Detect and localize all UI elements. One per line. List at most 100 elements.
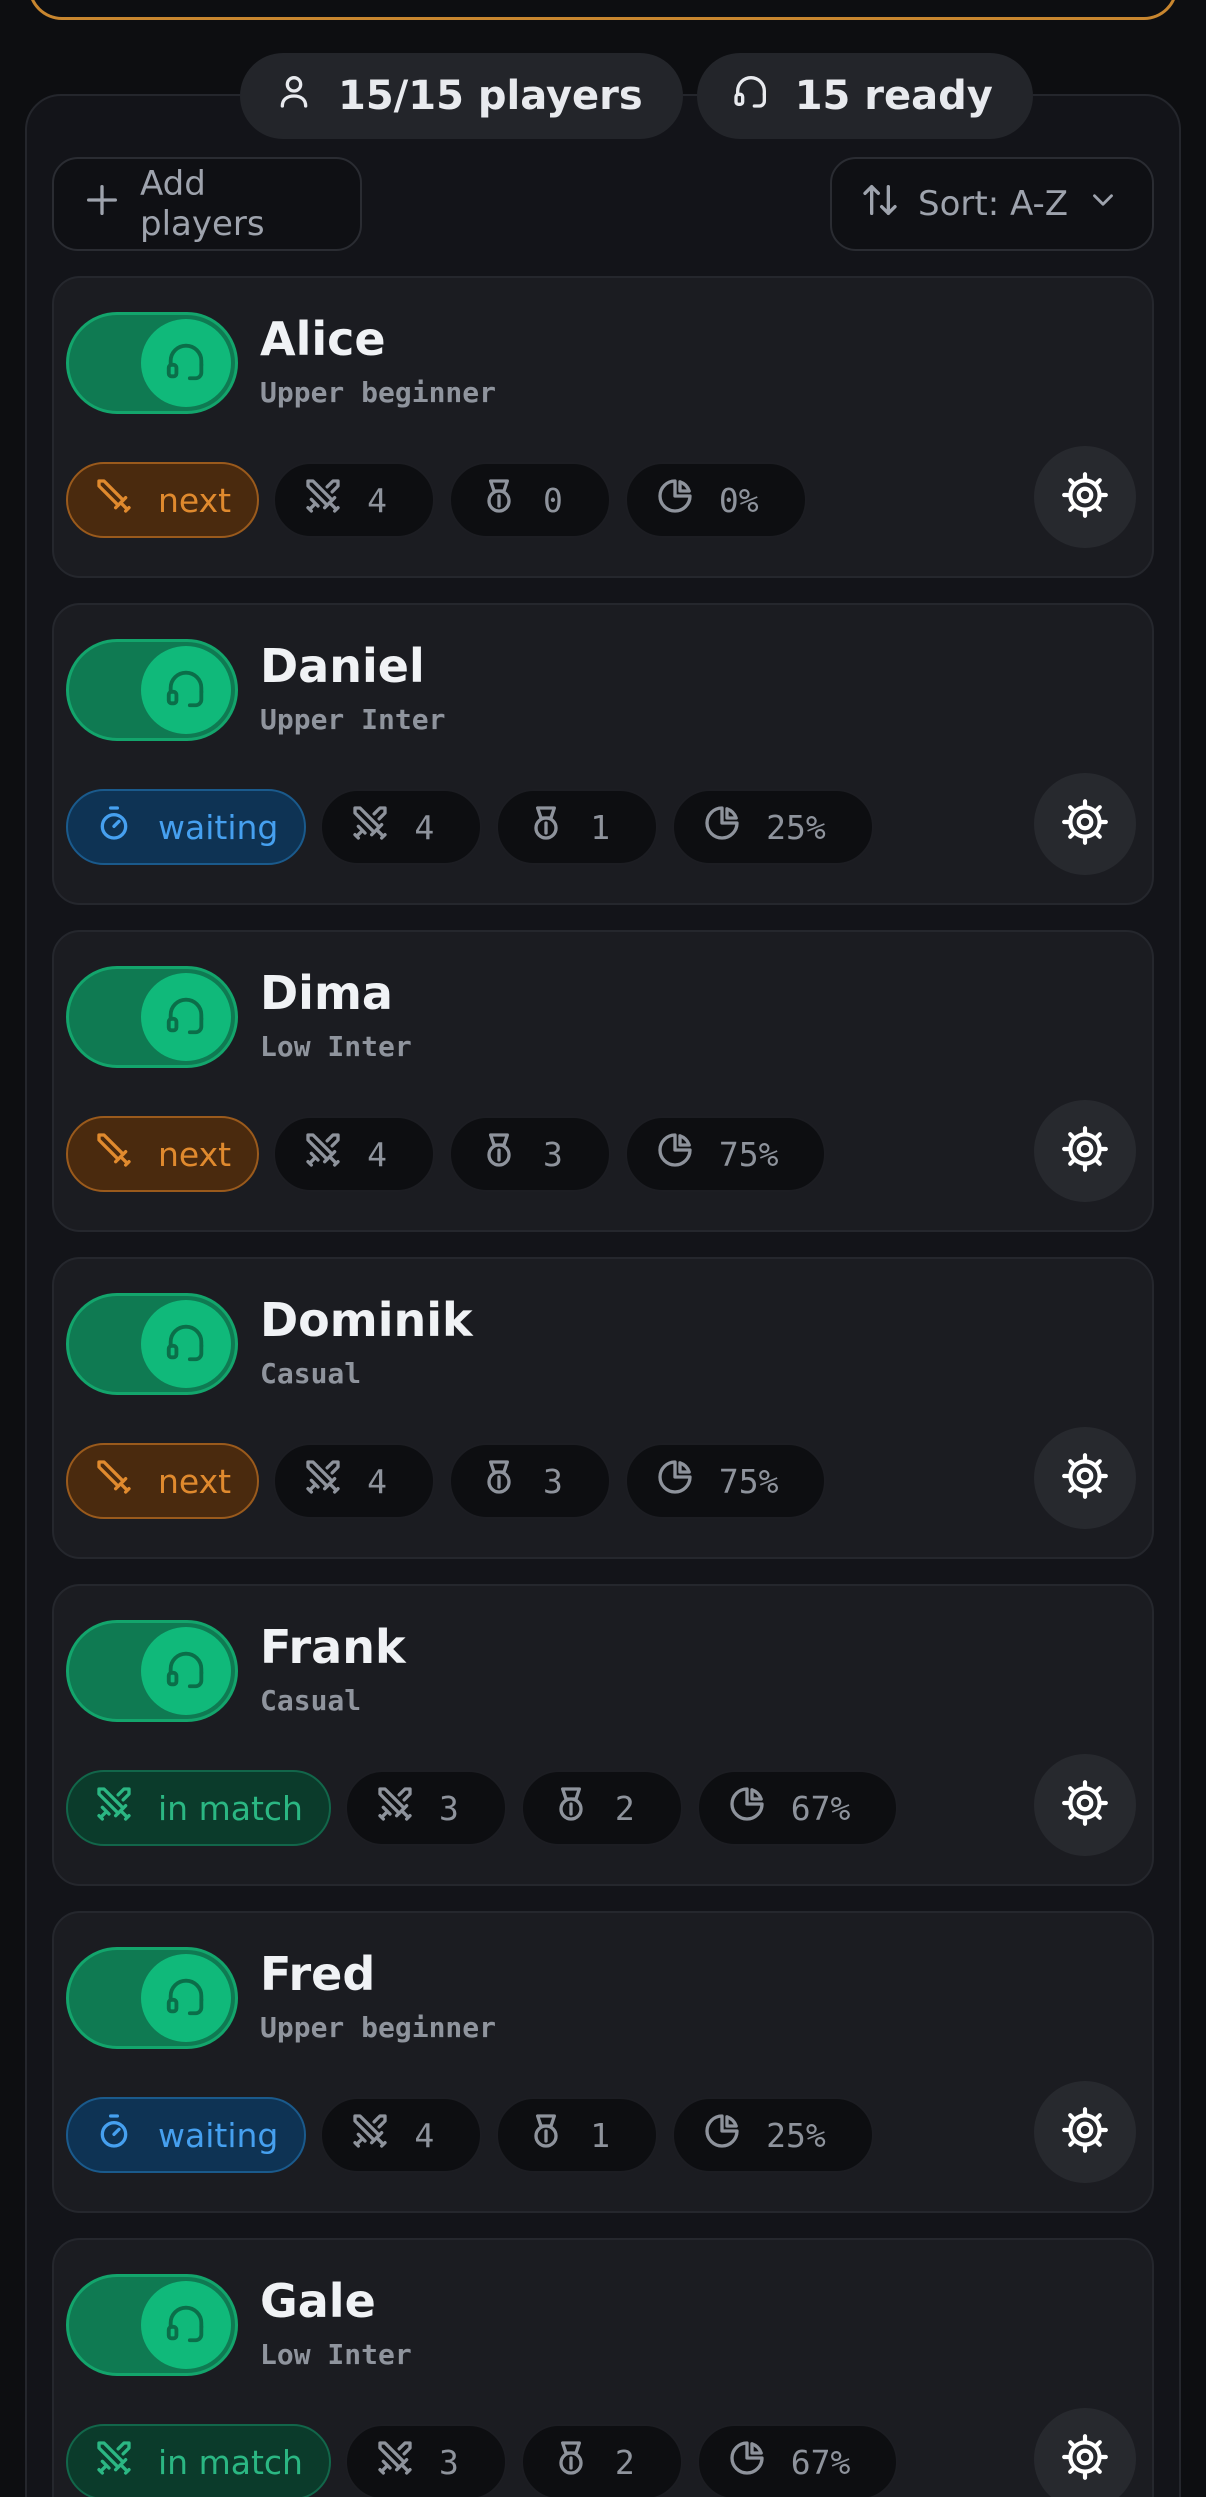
matches-count: 3 (438, 2442, 459, 2482)
medal-icon (479, 476, 519, 524)
matches-chip: 3 (344, 2424, 507, 2497)
win-rate-value: 0% (718, 480, 759, 520)
player-settings-button[interactable] (1034, 2081, 1136, 2183)
win-rate-value: 67% (790, 1788, 851, 1828)
player-level: Low Inter (260, 2338, 412, 2371)
pie-chart-icon (655, 1457, 695, 1505)
sort-dropdown[interactable]: Sort: A-Z (830, 157, 1154, 251)
toggle-knob (141, 973, 231, 1061)
wins-count: 1 (590, 2115, 611, 2155)
player-card: Daniel Upper Inter waiting 4 1 25% (52, 603, 1154, 905)
matches-chip: 4 (320, 789, 483, 865)
matches-count: 4 (414, 2115, 435, 2155)
wins-count: 0 (542, 480, 563, 520)
sword-icon (94, 1457, 134, 1505)
win-rate-value: 75% (718, 1134, 779, 1174)
ready-toggle[interactable] (66, 1620, 238, 1722)
status-badge: waiting (66, 789, 307, 865)
status-badge: in match (66, 2424, 331, 2497)
matches-count: 4 (414, 807, 435, 847)
matches-count: 4 (367, 1461, 387, 1501)
medal-icon (479, 1130, 519, 1178)
wins-chip: 2 (520, 1770, 683, 1846)
player-settings-button[interactable] (1034, 773, 1136, 875)
medal-icon (551, 1784, 591, 1832)
wins-count: 3 (542, 1134, 563, 1174)
player-level: Upper beginner (260, 2011, 497, 2044)
win-rate-value: 67% (790, 2442, 851, 2482)
headphones-icon (731, 71, 771, 121)
ready-toggle[interactable] (66, 2274, 238, 2376)
player-name: Gale (260, 2274, 376, 2328)
player-settings-button[interactable] (1034, 1754, 1136, 1856)
player-name: Dima (260, 966, 393, 1020)
add-players-button[interactable]: Add players (52, 157, 362, 251)
matches-chip: 4 (273, 462, 435, 538)
player-chips: in match 3 2 67% (66, 1770, 899, 1846)
ready-count-label: 15 ready (794, 73, 993, 119)
crossed-swords-icon (94, 2438, 134, 2486)
pie-chart-icon (727, 2438, 767, 2486)
status-badge: in match (66, 1770, 331, 1846)
ready-count-badge: 15 ready (696, 53, 1033, 139)
player-settings-button[interactable] (1034, 1427, 1136, 1529)
toggle-knob (141, 1954, 231, 2042)
headphones-icon (163, 1646, 209, 1696)
ready-toggle[interactable] (66, 312, 238, 414)
player-card: Frank Casual in match 3 2 67% (52, 1584, 1154, 1886)
player-settings-button[interactable] (1034, 1100, 1136, 1202)
player-card: Alice Upper beginner next 4 0 0% (52, 276, 1154, 578)
player-name: Daniel (260, 639, 425, 693)
medal-icon (526, 2111, 566, 2159)
pie-chart-icon (702, 803, 742, 851)
player-level: Upper Inter (260, 703, 446, 736)
player-level: Casual (260, 1684, 362, 1717)
headphones-icon (163, 1973, 209, 2023)
crossed-swords-icon (350, 2111, 390, 2159)
pie-chart-icon (702, 2111, 742, 2159)
player-name: Alice (260, 312, 386, 366)
status-label: next (158, 1134, 232, 1174)
headphones-icon (163, 338, 209, 388)
matches-count: 3 (438, 1788, 459, 1828)
matches-chip: 3 (344, 1770, 507, 1846)
ready-toggle[interactable] (66, 1293, 238, 1395)
player-card: Dima Low Inter next 4 3 75% (52, 930, 1154, 1232)
player-settings-button[interactable] (1034, 2408, 1136, 2497)
status-label: in match (158, 2442, 303, 2482)
status-label: next (158, 1461, 232, 1501)
ready-toggle[interactable] (66, 639, 238, 741)
wins-chip: 1 (496, 2097, 659, 2173)
stats-bar: 15/15 players 15 ready (240, 53, 1033, 139)
win-rate-chip: 0% (624, 462, 807, 538)
crossed-swords-icon (303, 1130, 343, 1178)
player-card: Gale Low Inter in match 3 2 67% (52, 2238, 1154, 2497)
ready-toggle[interactable] (66, 1947, 238, 2049)
player-card: Dominik Casual next 4 3 75% (52, 1257, 1154, 1559)
crossed-swords-icon (303, 476, 343, 524)
plus-icon (82, 180, 122, 229)
player-name: Fred (260, 1947, 376, 2001)
win-rate-chip: 25% (672, 789, 874, 865)
sword-icon (94, 476, 134, 524)
previous-section-edge (28, 0, 1178, 20)
gear-icon (1060, 470, 1110, 524)
gear-icon (1060, 797, 1110, 851)
matches-count: 4 (367, 1134, 387, 1174)
win-rate-chip: 67% (696, 2424, 899, 2497)
crossed-swords-icon (94, 1784, 134, 1832)
win-rate-chip: 25% (672, 2097, 874, 2173)
player-card: Fred Upper beginner waiting 4 1 25% (52, 1911, 1154, 2213)
players-count-label: 15/15 players (338, 73, 643, 119)
wins-chip: 3 (448, 1443, 611, 1519)
stopwatch-icon (94, 2111, 134, 2159)
sword-icon (94, 1130, 134, 1178)
sort-arrows-icon (860, 180, 900, 229)
crossed-swords-icon (375, 1784, 415, 1832)
status-label: waiting (158, 807, 279, 847)
chevron-down-icon (1086, 183, 1120, 226)
ready-toggle[interactable] (66, 966, 238, 1068)
player-settings-button[interactable] (1034, 446, 1136, 548)
wins-chip: 1 (496, 789, 659, 865)
status-badge: next (66, 1116, 260, 1192)
